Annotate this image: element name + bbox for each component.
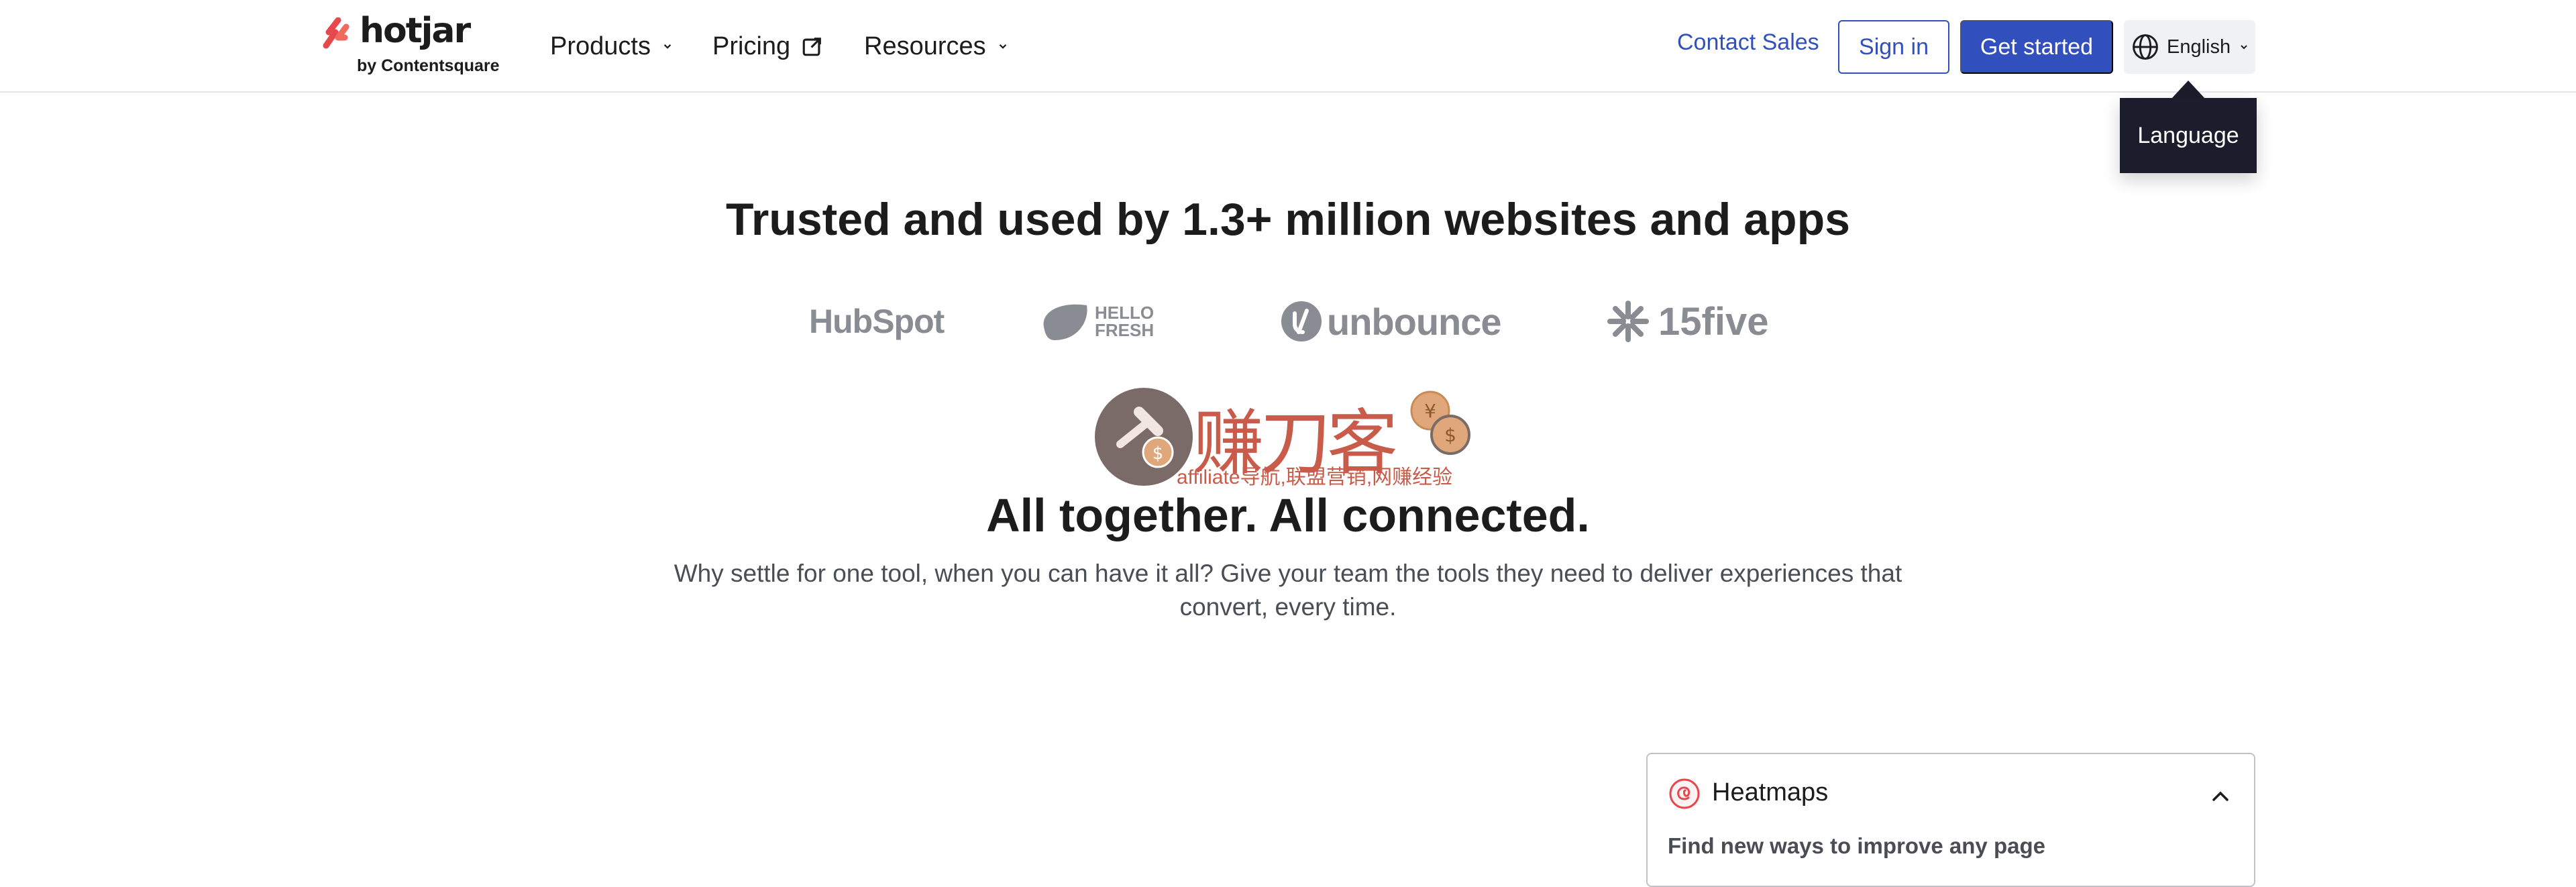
nav-products[interactable]: Products: [550, 28, 675, 64]
chevron-down-icon: [2241, 45, 2247, 50]
hellofresh-leaf-icon: [1043, 304, 1087, 340]
trusted-heading: Trusted and used by 1.3+ million website…: [726, 194, 1850, 245]
nav-pricing-label: Pricing: [712, 32, 791, 60]
accordion-title: Heatmaps: [1712, 778, 1829, 806]
top-navigation: hotjar by Contentsquare Products Pricing…: [0, 0, 2576, 93]
language-tooltip: Language: [2120, 98, 2257, 173]
nav-products-label: Products: [550, 32, 651, 60]
get-started-button[interactable]: Get started: [1960, 20, 2113, 74]
unbounce-logo-text: unbounce: [1327, 300, 1502, 343]
unbounce-mark-icon: [1281, 301, 1322, 342]
globe-icon: [2133, 34, 2158, 60]
watermark-subtitle: affiliate导航,联盟营销,网赚经验: [1177, 466, 1453, 488]
tooltip-arrow: [2171, 81, 2206, 99]
logo-wordmark: hotjar: [360, 11, 471, 51]
contact-sales-link[interactable]: Contact Sales: [1677, 30, 1819, 56]
coins-icon: ¥ $: [1410, 390, 1470, 455]
heatmaps-accordion[interactable]: Heatmaps Find new ways to improve any pa…: [1646, 753, 2255, 887]
logo-subtitle: by Contentsquare: [357, 56, 500, 75]
language-selector[interactable]: English: [2124, 20, 2255, 74]
section-subtext: Why settle for one tool, when you can ha…: [674, 560, 1902, 621]
nav-resources[interactable]: Resources: [864, 28, 1010, 64]
accordion-description: Find new ways to improve any page: [1668, 833, 2045, 858]
heatmap-icon: [1669, 778, 1700, 809]
hubspot-logo-text: HubSpot: [809, 303, 945, 340]
sign-in-button[interactable]: Sign in: [1838, 20, 1949, 74]
svg-text:¥: ¥: [1424, 400, 1436, 422]
hellofresh-logo-text: HELLO FRESH: [1095, 303, 1155, 340]
hubspot-logo: HubSpot: [809, 298, 945, 345]
15five-logo: 15five: [1605, 298, 1768, 345]
15five-star-icon: [1607, 301, 1649, 342]
language-label: English: [2167, 36, 2231, 58]
nav-pricing[interactable]: Pricing: [712, 28, 824, 64]
chevron-down-icon: [999, 44, 1006, 49]
hotjar-mark-icon: [323, 17, 350, 49]
chevron-up-icon[interactable]: [2207, 784, 2234, 811]
chevron-down-icon: [663, 44, 672, 49]
hellofresh-logo: HELLO FRESH: [1040, 298, 1169, 345]
unbounce-logo: unbounce: [1280, 298, 1502, 345]
hotjar-logo[interactable]: hotjar by Contentsquare: [322, 11, 503, 81]
external-link-icon: [802, 38, 822, 56]
section-headline: All together. All connected.: [986, 489, 1590, 541]
watermark-overlay: $ 赚刀客 ¥ $ affiliate导航,联盟营销,网赚经验: [1093, 385, 1476, 488]
15five-logo-text: 15five: [1658, 299, 1769, 344]
svg-text:$: $: [1152, 444, 1164, 464]
svg-text:$: $: [1444, 424, 1456, 446]
nav-resources-label: Resources: [864, 32, 986, 60]
